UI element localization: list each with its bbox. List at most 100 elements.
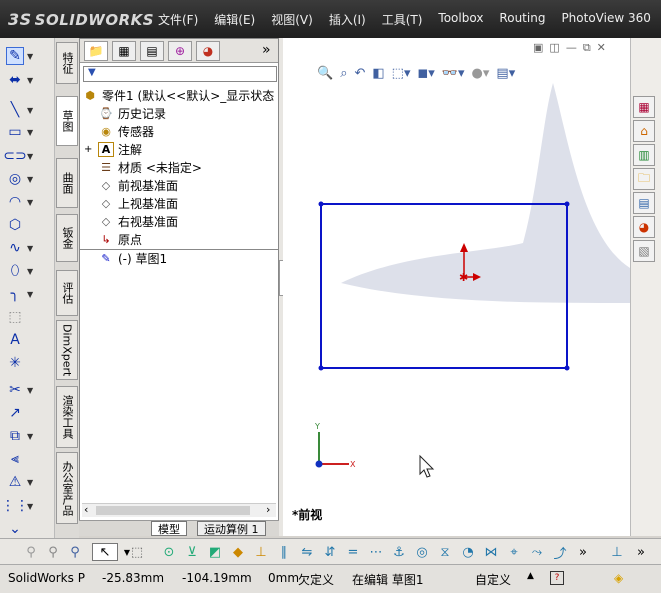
minimize-icon[interactable]: — xyxy=(566,41,577,55)
polygon-button[interactable]: ⬡ xyxy=(6,215,50,235)
menu-edit[interactable]: 编辑(E) xyxy=(206,11,263,28)
menu-tools[interactable]: 工具(T) xyxy=(374,11,431,28)
parallel-icon[interactable]: ∥ xyxy=(275,543,293,561)
text-button[interactable]: A xyxy=(6,330,50,350)
tree-item-sensors[interactable]: ◉ 传感器 xyxy=(98,122,154,140)
home-tab[interactable]: ⌂ xyxy=(633,120,655,142)
arc-button[interactable]: ◠ ▼ xyxy=(6,192,50,212)
filter-field[interactable]: ▼ xyxy=(83,66,277,82)
tree-item-history[interactable]: ⌚ 历史记录 xyxy=(98,104,166,122)
scene-icon[interactable]: ▤▾ xyxy=(496,66,515,81)
tab-model[interactable]: 模型 xyxy=(151,521,187,536)
intersection-icon[interactable]: ◩ xyxy=(206,543,224,561)
collinear-icon[interactable]: ⋯ xyxy=(367,543,385,561)
hide-show-icon[interactable]: 👓▾ xyxy=(442,66,465,81)
file-explorer-tab[interactable]: 🗀 xyxy=(633,168,655,190)
menu-routing[interactable]: Routing xyxy=(491,11,553,28)
more-relations-button[interactable]: » xyxy=(574,543,592,561)
close-icon[interactable]: ✕ xyxy=(597,41,606,55)
tree-item-annotations[interactable]: + A 注解 xyxy=(84,140,142,158)
menu-file[interactable]: 文件(F) xyxy=(150,11,206,28)
previous-view-icon[interactable]: ↶ xyxy=(354,66,365,81)
midpoint-icon[interactable]: ⊻ xyxy=(183,543,201,561)
tangent-icon[interactable]: ◆ xyxy=(229,543,247,561)
perpendicular-icon[interactable]: ⊥ xyxy=(252,543,270,561)
fillet-button[interactable]: ╮ ▼ xyxy=(6,284,50,304)
chevron-up-icon[interactable]: ▲ xyxy=(527,571,534,581)
tab-evaluate[interactable]: 评估 xyxy=(56,270,78,316)
line-button[interactable]: ╲ ▼ xyxy=(6,100,50,120)
trim-button[interactable]: ✂ ▼ xyxy=(6,380,50,400)
view-orientation-icon[interactable]: ⬚▾ xyxy=(392,66,411,81)
merge-icon[interactable]: ⋈ xyxy=(482,543,500,561)
tile-icon[interactable]: ▣ xyxy=(533,41,543,55)
spline-button[interactable]: ∿ ▼ xyxy=(6,238,50,258)
tab-features[interactable]: 特征 xyxy=(56,42,78,84)
tab-office-products[interactable]: 办公室产品 xyxy=(56,452,78,524)
filter-icon[interactable]: ⚲ xyxy=(22,543,40,561)
tree-item-top-plane[interactable]: ◇ 上视基准面 xyxy=(98,194,178,212)
tree-item-material[interactable]: ☰ 材质 <未指定> xyxy=(98,158,202,176)
scroll-right-icon[interactable]: › xyxy=(266,503,270,516)
coincident-icon[interactable]: ⊙ xyxy=(160,543,178,561)
appearance-icon[interactable]: ●▾ xyxy=(472,66,490,81)
along-y-icon[interactable]: ⤴ xyxy=(551,543,569,562)
design-library-tab[interactable]: ▥ xyxy=(633,144,655,166)
coradial-icon[interactable]: ◔ xyxy=(459,543,477,561)
move-triad-icon[interactable]: ⊥ xyxy=(608,543,626,561)
filter-edges-icon[interactable]: ⚲ xyxy=(66,543,84,561)
menu-insert[interactable]: 插入(I) xyxy=(321,11,374,28)
scroll-left-icon[interactable]: ‹ xyxy=(84,503,88,516)
vertical-icon[interactable]: ⇵ xyxy=(321,543,339,561)
scroll-thumb[interactable] xyxy=(96,506,250,515)
filter-vertices-icon[interactable]: ⚲ xyxy=(44,543,62,561)
help-icon[interactable]: ? xyxy=(550,571,564,585)
equal-icon[interactable]: = xyxy=(344,543,362,561)
horizontal-scrollbar[interactable]: ‹ › xyxy=(82,503,276,517)
pierce-icon[interactable]: ⌖ xyxy=(505,543,523,561)
menu-photoview[interactable]: PhotoView 360 xyxy=(553,11,658,28)
tab-sheet-metal[interactable]: 钣金 xyxy=(56,214,78,262)
plane-button[interactable]: ⬚ xyxy=(6,307,50,327)
tab-motion-study[interactable]: 运动算例 1 xyxy=(197,521,266,536)
split-icon[interactable]: ◫ xyxy=(549,41,559,55)
convert-button[interactable]: ↗ xyxy=(6,403,50,423)
tag-icon[interactable]: ◈ xyxy=(614,571,623,585)
property-manager-tab[interactable]: ▦ xyxy=(112,41,136,61)
sketch-point[interactable] xyxy=(318,365,324,371)
section-view-icon[interactable]: ◧ xyxy=(372,66,384,81)
box-select-icon[interactable]: ⬚ xyxy=(128,543,146,561)
resources-tab[interactable]: ▦ xyxy=(633,96,655,118)
tab-render-tools[interactable]: 渲染工具 xyxy=(56,386,78,448)
relations-button[interactable]: ⚠ ▼ xyxy=(6,472,50,492)
tree-item-part[interactable]: ⬢ 零件1 (默认<<默认>_显示状态 xyxy=(82,86,274,104)
pattern-button[interactable]: ⋮⋮ ▼ xyxy=(1,496,50,516)
sketch-tool-button[interactable]: ✎ ▼ xyxy=(6,46,50,66)
sketch-point[interactable] xyxy=(564,365,570,371)
tab-sketch[interactable]: 草图 xyxy=(56,96,78,146)
sketch-point[interactable] xyxy=(318,201,324,207)
ellipse-button[interactable]: ⬯ ▼ xyxy=(6,261,50,281)
select-button[interactable]: ↖ xyxy=(92,543,118,561)
slot-button[interactable]: ⊂⊃ ▼ xyxy=(3,146,50,166)
more-tools-button[interactable]: » xyxy=(632,543,650,561)
graphics-area[interactable]: ✱ Y X *前视 ▣ ◫ — ⧉ ✕ 🔍 ⌕ ↶ ◧ ⬚▾ ◼▾ 👓▾ ●▾ ▤▾ xyxy=(283,38,630,536)
rectangle-button[interactable]: ▭ ▼ xyxy=(6,122,50,142)
point-button[interactable]: ✳ xyxy=(6,353,50,373)
display-style-icon[interactable]: ◼▾ xyxy=(417,66,434,81)
sketch-point[interactable] xyxy=(564,201,570,207)
zoom-area-icon[interactable]: ⌕ xyxy=(340,66,347,81)
smart-dimension-button[interactable]: ⬌ ▼ xyxy=(6,70,50,90)
tree-item-front-plane[interactable]: ◇ 前视基准面 xyxy=(98,176,178,194)
along-x-icon[interactable]: ⤳ xyxy=(528,543,546,561)
offset-button[interactable]: ⧉ ▼ xyxy=(6,426,50,446)
horizontal-icon[interactable]: ⇋ xyxy=(298,543,316,561)
status-units[interactable]: 自定义 xyxy=(475,571,511,588)
expand-icon[interactable]: + xyxy=(84,144,94,155)
mirror-button[interactable]: ⫷ xyxy=(6,449,50,469)
circle-button[interactable]: ◎ ▼ xyxy=(6,169,50,189)
tree-item-origin[interactable]: ↳ 原点 xyxy=(98,230,142,248)
tree-item-sketch1[interactable]: ✎ (-) 草图1 xyxy=(98,249,167,267)
menu-toolbox[interactable]: Toolbox xyxy=(430,11,491,28)
display-manager-tab[interactable]: ◕ xyxy=(196,41,220,61)
